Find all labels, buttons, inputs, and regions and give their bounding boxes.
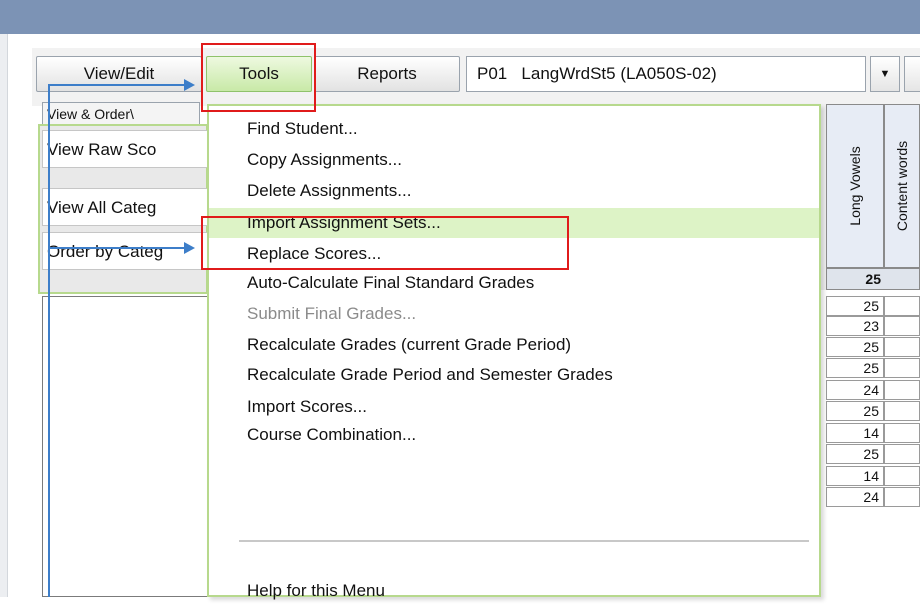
view-all-categories-option[interactable]: View All Categ — [42, 188, 208, 226]
reports-label: Reports — [357, 64, 417, 83]
score-cell[interactable] — [884, 423, 920, 443]
column-header-long-vowels[interactable]: Long Vowels — [826, 104, 884, 268]
menu-item-find-student[interactable]: Find Student... — [209, 114, 819, 144]
score-cell[interactable] — [884, 401, 920, 421]
view-raw-scores-option[interactable]: View Raw Sco — [42, 130, 208, 168]
score-cell[interactable] — [884, 380, 920, 400]
column-label-content-words: Content words — [894, 140, 910, 232]
menu-item-recalculate-grade-period-and-semester-grades[interactable]: Recalculate Grade Period and Semester Gr… — [209, 360, 819, 390]
score-cell[interactable] — [884, 337, 920, 357]
menu-item-copy-assignments[interactable]: Copy Assignments... — [209, 145, 819, 175]
arrowhead-right-icon — [184, 242, 195, 254]
tools-label: Tools — [239, 64, 279, 83]
score-cell[interactable]: 14 — [826, 466, 884, 486]
score-cell[interactable]: 25 — [826, 296, 884, 316]
guide-arrow-to-tools — [48, 84, 186, 86]
menu-item-course-combination[interactable]: Course Combination... — [209, 420, 819, 450]
next-toolbar-button[interactable] — [904, 56, 920, 92]
max-score-cell: 25 — [865, 271, 881, 287]
student-list[interactable] — [42, 296, 212, 597]
window-left-edge — [0, 34, 8, 597]
menu-item-auto-calculate-final-standard-grades[interactable]: Auto-Calculate Final Standard Grades — [209, 268, 819, 298]
score-cell[interactable]: 24 — [826, 380, 884, 400]
tab-view-order-label: View & Order\ — [47, 106, 134, 122]
chevron-down-icon: ▼ — [879, 68, 891, 80]
period-course-value: P01 LangWrdSt5 (LA050S-02) — [477, 64, 717, 83]
menu-item-submit-final-grades[interactable]: Submit Final Grades... — [209, 299, 819, 329]
column-header-content-words[interactable]: Content words — [884, 104, 920, 268]
score-cell[interactable] — [884, 444, 920, 464]
menu-item-recalculate-grades-current-grade-period[interactable]: Recalculate Grades (current Grade Period… — [209, 330, 819, 360]
score-cell[interactable] — [884, 296, 920, 316]
menu-item-import-assignment-sets[interactable]: Import Assignment Sets... — [209, 208, 819, 238]
view-all-categories-label: View All Categ — [47, 198, 157, 217]
score-cell[interactable] — [884, 358, 920, 378]
score-cell[interactable]: 25 — [826, 401, 884, 421]
arrowhead-right-icon — [184, 79, 195, 91]
guide-arrow-line — [48, 84, 50, 597]
menu-item-help-for-this-menu[interactable]: Help for this Menu — [209, 576, 819, 606]
view-raw-scores-label: View Raw Sco — [47, 140, 157, 159]
window-title-bar — [0, 0, 920, 34]
score-cell[interactable]: 25 — [826, 337, 884, 357]
score-cell[interactable] — [884, 466, 920, 486]
score-cell[interactable]: 24 — [826, 487, 884, 507]
order-by-category-label: Order by Categ — [47, 242, 164, 261]
period-select-dropdown-button[interactable]: ▼ — [870, 56, 900, 92]
tab-view-order[interactable]: View & Order\ — [42, 102, 200, 124]
score-cell[interactable]: 14 — [826, 423, 884, 443]
view-edit-label: View/Edit — [83, 64, 155, 83]
tools-button[interactable]: Tools — [206, 56, 312, 92]
period-course-select[interactable]: P01 LangWrdSt5 (LA050S-02) — [466, 56, 866, 92]
menu-item-import-scores[interactable]: Import Scores... — [209, 392, 819, 422]
score-cell[interactable]: 25 — [826, 358, 884, 378]
column-label-long-vowels: Long Vowels — [847, 146, 863, 226]
menu-separator — [239, 540, 809, 542]
max-score-row: 25 — [826, 268, 920, 290]
score-cell[interactable] — [884, 316, 920, 336]
tools-menu: Find Student... Copy Assignments... Delete… — [207, 104, 821, 600]
menu-item-delete-assignments[interactable]: Delete Assignments... — [209, 176, 819, 206]
score-cell[interactable] — [884, 487, 920, 507]
score-cell[interactable]: 25 — [826, 444, 884, 464]
reports-button[interactable]: Reports — [314, 56, 460, 92]
view-edit-button[interactable]: View/Edit — [36, 56, 202, 92]
menu-item-replace-scores[interactable]: Replace Scores... — [209, 239, 819, 269]
score-cell[interactable]: 23 — [826, 316, 884, 336]
guide-arrow-to-import — [48, 247, 186, 249]
